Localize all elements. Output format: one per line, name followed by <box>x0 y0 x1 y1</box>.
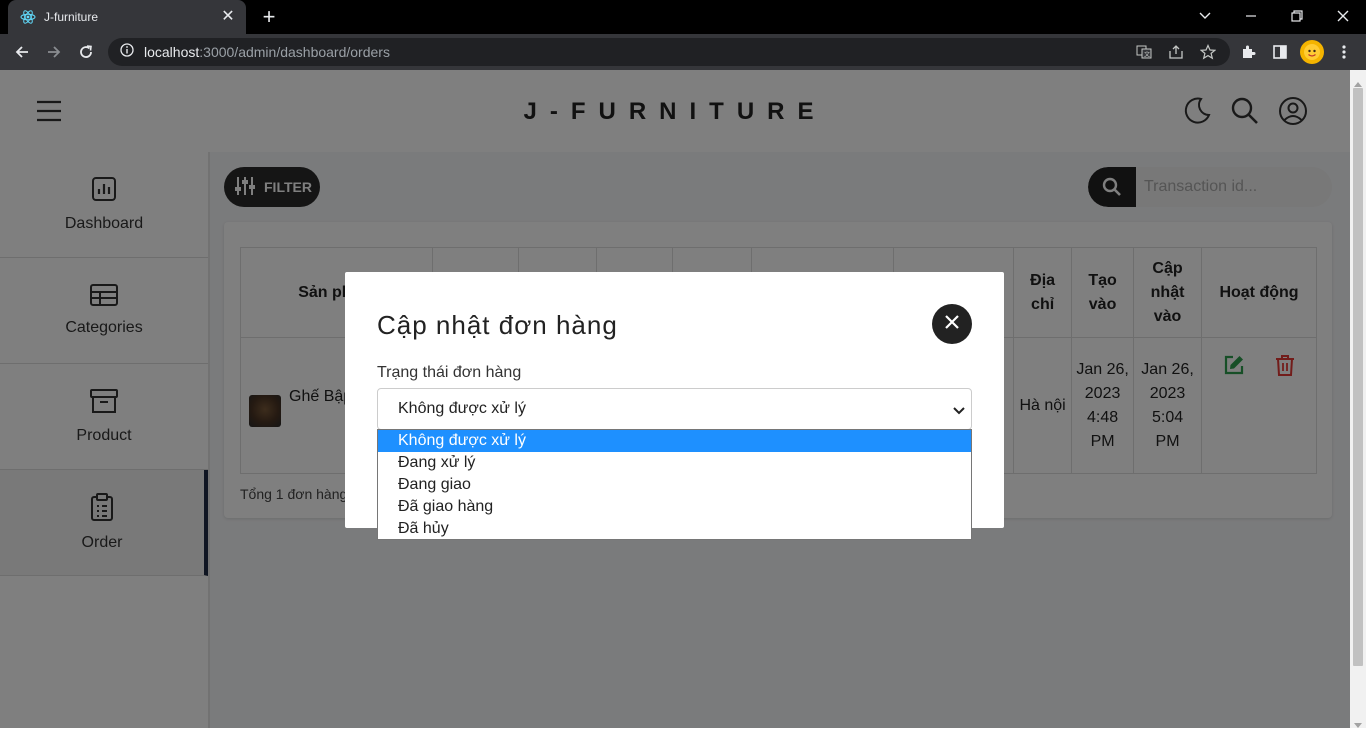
modal-title: Cập nhật đơn hàng <box>377 310 618 340</box>
select-value: Không được xử lý <box>398 400 526 417</box>
back-arrow-icon[interactable] <box>10 40 34 64</box>
order-status-label: Trạng thái đơn hàng <box>377 364 522 381</box>
close-icon <box>944 314 960 335</box>
new-tab-button[interactable]: + <box>258 6 280 28</box>
chevron-down-icon <box>953 403 965 421</box>
extensions-icon[interactable] <box>1238 42 1258 62</box>
chrome-menu-icon[interactable] <box>1334 42 1354 62</box>
scroll-down-arrow-icon[interactable] <box>1354 716 1362 734</box>
browser-tabbar: J-furniture ✕ + <box>0 0 1366 34</box>
react-favicon-icon <box>20 9 36 25</box>
tab-title: J-furniture <box>44 10 99 24</box>
status-option[interactable]: Đã giao hàng <box>378 496 971 518</box>
tab-close-icon[interactable]: ✕ <box>220 9 236 25</box>
url-text: localhost:3000/admin/dashboard/orders <box>144 44 390 60</box>
site-info-icon[interactable] <box>120 42 134 62</box>
order-status-select[interactable]: Không được xử lý <box>377 388 972 430</box>
bookmark-star-icon[interactable] <box>1198 42 1218 62</box>
page-scrollbar[interactable] <box>1350 70 1366 728</box>
status-option[interactable]: Đã hủy <box>378 518 971 540</box>
status-option[interactable]: Đang xử lý <box>378 452 971 474</box>
svg-text:文: 文 <box>1144 51 1150 59</box>
forward-arrow-icon[interactable] <box>42 40 66 64</box>
order-status-dropdown: Không được xử lý Đang xử lý Đang giao Đã… <box>377 429 972 540</box>
close-window-button[interactable] <box>1320 0 1366 32</box>
scrollbar-thumb[interactable] <box>1353 88 1363 666</box>
profile-avatar[interactable] <box>1300 40 1324 64</box>
restore-button[interactable] <box>1274 0 1320 32</box>
translate-icon[interactable]: 文 <box>1134 42 1154 62</box>
modal-close-button[interactable] <box>932 304 972 344</box>
side-panel-icon[interactable] <box>1270 42 1290 62</box>
status-option[interactable]: Không được xử lý <box>378 430 971 452</box>
status-option[interactable]: Đang giao <box>378 474 971 496</box>
minimize-button[interactable] <box>1228 0 1274 32</box>
reload-icon[interactable] <box>74 40 98 64</box>
share-icon[interactable] <box>1166 42 1186 62</box>
browser-tab[interactable]: J-furniture ✕ <box>8 0 246 34</box>
tab-search-icon[interactable] <box>1182 0 1228 32</box>
browser-toolbar: localhost:3000/admin/dashboard/orders 文 <box>0 34 1366 70</box>
address-bar[interactable]: localhost:3000/admin/dashboard/orders <box>108 38 1230 66</box>
